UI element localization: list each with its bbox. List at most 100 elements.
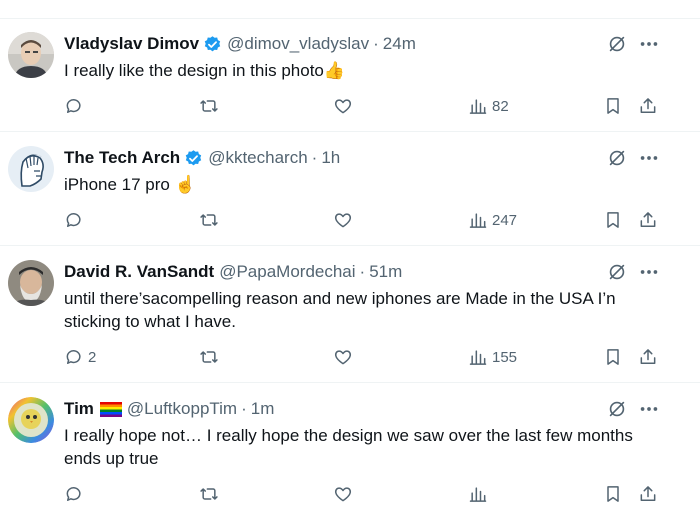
share-button[interactable]: [638, 345, 658, 369]
tweet-text: I really like the design in this photo👍: [64, 61, 346, 80]
author-handle[interactable]: @LuftkoppTim: [127, 399, 237, 419]
author-handle[interactable]: @PapaMordechai: [219, 262, 355, 282]
grok-icon[interactable]: [606, 398, 628, 420]
timestamp[interactable]: 24m: [383, 34, 416, 54]
reply-icon: [66, 350, 81, 364]
tweet[interactable]: David R. VanSandt @PapaMordechai · 51m u…: [0, 247, 700, 383]
bookmark-icon: [607, 98, 619, 114]
grok-icon[interactable]: [606, 33, 628, 55]
retweet-button[interactable]: [199, 345, 223, 369]
tweet-text: iPhone 17 pro ☝️: [64, 175, 196, 194]
avatar[interactable]: [8, 260, 54, 306]
tweet-actions: 2 155: [0, 345, 700, 369]
retweet-button[interactable]: [199, 94, 223, 118]
more-options-icon[interactable]: [638, 33, 660, 55]
views-button[interactable]: 82: [468, 94, 509, 118]
reply-button[interactable]: [64, 208, 88, 232]
separator-dot: ·: [359, 262, 366, 281]
share-icon: [640, 486, 656, 501]
tweet-header: David R. VanSandt @PapaMordechai · 51m: [64, 260, 402, 284]
like-button[interactable]: [333, 482, 357, 506]
tweet-actions: [0, 482, 700, 506]
avatar[interactable]: [8, 397, 54, 443]
more-options-icon[interactable]: [638, 398, 660, 420]
bookmark-button[interactable]: [603, 345, 623, 369]
author-handle[interactable]: @kktecharch: [208, 148, 307, 168]
more-options-icon[interactable]: [638, 147, 660, 169]
analytics-icon: [469, 213, 487, 228]
retweet-button[interactable]: [199, 208, 223, 232]
author-name[interactable]: The Tech Arch: [64, 148, 180, 168]
retweet-icon: [200, 488, 218, 500]
separator-dot: ·: [373, 34, 379, 53]
tweet-header: The Tech Arch @kktecharch · 1h: [64, 146, 340, 170]
bookmark-icon: [607, 212, 619, 228]
reply-icon: [66, 213, 81, 227]
like-button[interactable]: [333, 208, 357, 232]
share-button[interactable]: [638, 94, 658, 118]
reply-button[interactable]: [64, 94, 88, 118]
reply-button[interactable]: [64, 482, 88, 506]
retweet-icon: [200, 214, 218, 226]
tweet-header: Tim @LuftkoppTim · 1m: [64, 397, 274, 421]
share-button[interactable]: [638, 482, 658, 506]
bookmark-icon: [607, 486, 619, 502]
tweet-header: Vladyslav Dimov @dimov_vladyslav · 24m: [64, 32, 416, 56]
reply-count: 2: [88, 348, 97, 366]
heart-icon: [334, 99, 352, 114]
rainbow-flag-icon: [99, 401, 122, 417]
timestamp[interactable]: 1h: [321, 148, 340, 168]
grok-icon[interactable]: [606, 261, 628, 283]
share-icon: [640, 349, 656, 364]
share-icon: [640, 212, 656, 227]
author-name[interactable]: Tim: [64, 399, 94, 419]
retweet-icon: [200, 100, 218, 112]
share-icon: [640, 98, 656, 113]
share-button[interactable]: [638, 208, 658, 232]
bookmark-button[interactable]: [603, 208, 623, 232]
reply-icon: [66, 99, 81, 113]
analytics-icon: [469, 99, 487, 114]
tweet[interactable]: The Tech Arch @kktecharch · 1h iPhone 17…: [0, 133, 700, 246]
heart-icon: [334, 213, 352, 228]
timeline-feed: Vladyslav Dimov @dimov_vladyslav · 24m I…: [0, 0, 700, 514]
tweet-text: until there’sacompelling reason and new …: [64, 289, 616, 331]
bookmark-icon: [607, 349, 619, 365]
author-name[interactable]: David R. VanSandt: [64, 262, 214, 282]
tweet[interactable]: Tim @LuftkoppTim · 1m I really hope not……: [0, 384, 700, 514]
author-name[interactable]: Vladyslav Dimov: [64, 34, 199, 54]
reply-button[interactable]: 2: [64, 345, 96, 369]
tweet-text: I really hope not… I really hope the des…: [64, 426, 633, 468]
analytics-icon: [469, 350, 487, 365]
grok-icon[interactable]: [606, 147, 628, 169]
verified-badge-icon: [185, 149, 202, 165]
views-button[interactable]: 247: [468, 208, 517, 232]
view-count: 247: [492, 211, 518, 229]
avatar[interactable]: [8, 32, 54, 78]
view-count: 82: [492, 97, 509, 115]
tweet-actions: 82: [0, 94, 700, 118]
heart-icon: [334, 350, 352, 365]
author-handle[interactable]: @dimov_vladyslav: [227, 34, 369, 54]
heart-icon: [334, 487, 352, 502]
tweet[interactable]: Vladyslav Dimov @dimov_vladyslav · 24m I…: [0, 19, 700, 132]
views-button[interactable]: 155: [468, 345, 517, 369]
avatar[interactable]: [8, 146, 54, 192]
reply-icon: [66, 487, 81, 501]
retweet-button[interactable]: [199, 482, 223, 506]
like-button[interactable]: [333, 345, 357, 369]
timestamp[interactable]: 1m: [251, 399, 275, 419]
retweet-icon: [200, 351, 218, 363]
separator-dot: ·: [241, 399, 247, 418]
tweet-actions: 247: [0, 208, 700, 232]
bookmark-button[interactable]: [603, 94, 623, 118]
bookmark-button[interactable]: [603, 482, 623, 506]
verified-badge-icon: [204, 35, 221, 51]
views-button[interactable]: [468, 482, 492, 506]
timestamp[interactable]: 51m: [369, 262, 402, 282]
like-button[interactable]: [333, 94, 357, 118]
separator-dot: ·: [311, 148, 318, 167]
view-count: 155: [492, 348, 518, 366]
analytics-icon: [469, 487, 487, 502]
more-options-icon[interactable]: [638, 261, 660, 283]
